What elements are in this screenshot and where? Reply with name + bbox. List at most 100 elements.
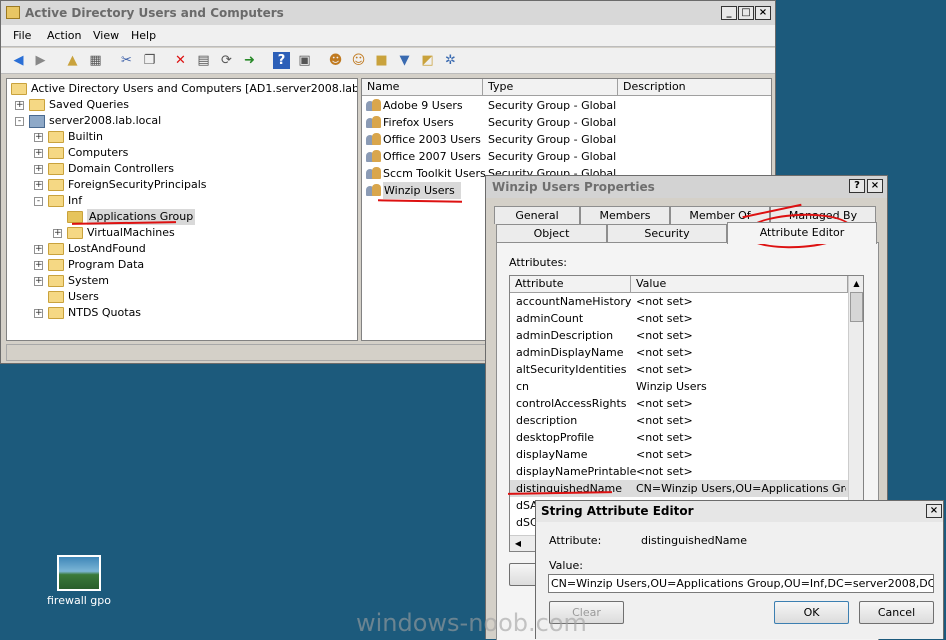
string-editor-close-button[interactable]: × (926, 504, 942, 518)
tab-attribute-editor[interactable]: Attribute Editor (727, 222, 877, 244)
string-editor-titlebar[interactable]: String Attribute Editor (536, 501, 943, 522)
attribute-row[interactable]: altSecurityIdentities <not set> (510, 361, 848, 378)
attribute-row[interactable]: adminDescription <not set> (510, 327, 848, 344)
expand-plus-icon[interactable]: + (34, 261, 43, 270)
list-item[interactable]: Office 2003 Users Security Group - Global (362, 131, 771, 148)
expand-plus-icon[interactable]: + (15, 101, 24, 110)
tree-node[interactable]: + System (7, 273, 357, 289)
tab-members[interactable]: Members (580, 206, 670, 224)
menu-file[interactable]: File (13, 29, 31, 42)
attribute-row[interactable]: desktopProfile <not set> (510, 429, 848, 446)
tree-node[interactable]: + NTDS Quotas (7, 305, 357, 321)
aduc-titlebar[interactable]: Active Directory Users and Computers (1, 1, 775, 25)
tree-node[interactable]: + Computers (7, 145, 357, 161)
menu-view[interactable]: View (93, 29, 119, 42)
expand-plus-icon[interactable]: + (53, 229, 62, 238)
export-list-icon[interactable]: ➜ (241, 52, 258, 69)
properties-help-button[interactable]: ? (849, 179, 865, 193)
attribute-row[interactable]: displayNamePrintable <not set> (510, 463, 848, 480)
menu-action[interactable]: Action (47, 29, 81, 42)
list-item[interactable]: Adobe 9 Users Security Group - Global (362, 97, 771, 114)
tree-node[interactable]: + Domain Controllers (7, 161, 357, 177)
minimize-button[interactable]: _ (721, 6, 737, 20)
tree-node[interactable]: + VirtualMachines (7, 225, 357, 241)
cancel-button[interactable]: Cancel (859, 601, 934, 624)
ok-button[interactable]: OK (774, 601, 849, 624)
expand-plus-icon[interactable]: + (34, 165, 43, 174)
up-folder-icon[interactable]: ▲ (64, 52, 81, 69)
collapse-minus-icon[interactable]: - (34, 197, 43, 206)
vertical-scrollbar[interactable]: ▲ (848, 276, 863, 535)
attribute-row[interactable]: displayName <not set> (510, 446, 848, 463)
desktop-icon-firewall-gpo[interactable]: firewall gpo (40, 553, 118, 613)
tree-node[interactable]: + Builtin (7, 129, 357, 145)
tab-object[interactable]: Object (496, 224, 607, 242)
attribute-row[interactable]: accountNameHistory <not set> (510, 293, 848, 310)
tree-node[interactable]: - Inf (7, 193, 357, 209)
tree-node[interactable]: + Program Data (7, 257, 357, 273)
attribute-row[interactable]: cn Winzip Users (510, 378, 848, 395)
scroll-up-arrow-icon[interactable]: ▲ (849, 276, 863, 292)
expand-plus-icon[interactable]: + (34, 133, 43, 142)
tree-node[interactable]: - server2008.lab.local (7, 113, 357, 129)
attribute-value: <not set> (636, 431, 693, 444)
tree-pane[interactable]: Active Directory Users and Computers [AD… (6, 78, 358, 341)
attribute-row[interactable]: distinguishedName CN=Winzip Users,OU=Appl… (510, 480, 848, 497)
list-item-name: Adobe 9 Users (383, 99, 463, 112)
scroll-left-arrow-icon[interactable]: ◀ (510, 536, 526, 551)
column-header-type[interactable]: Type (483, 79, 618, 96)
forward-arrow-icon[interactable]: ▶ (32, 52, 49, 69)
tree-node[interactable]: Users (7, 289, 357, 305)
folder-icon (67, 211, 83, 223)
show-hide-tree-icon[interactable]: ▦ (87, 52, 104, 69)
close-button[interactable]: × (755, 6, 771, 20)
attributes-label: Attributes: (509, 256, 568, 269)
tab-general[interactable]: General (494, 206, 580, 224)
new-ou-icon[interactable]: ■ (373, 52, 390, 69)
cut-icon[interactable]: ✂ (118, 52, 135, 69)
column-header-description[interactable]: Description (618, 79, 771, 96)
scroll-thumb[interactable] (850, 292, 863, 322)
add-to-group-icon[interactable]: ✲ (442, 52, 459, 69)
expand-plus-icon[interactable]: + (34, 149, 43, 158)
copy-icon[interactable]: ❐ (141, 52, 158, 69)
column-header-value[interactable]: Value (631, 276, 848, 293)
attribute-row[interactable]: adminCount <not set> (510, 310, 848, 327)
properties-icon[interactable]: ▤ (195, 52, 212, 69)
attribute-row[interactable]: description <not set> (510, 412, 848, 429)
expand-plus-icon[interactable]: + (34, 245, 43, 254)
list-item[interactable]: Firefox Users Security Group - Global (362, 114, 771, 131)
column-header-attribute[interactable]: Attribute (510, 276, 631, 293)
folder-icon (48, 275, 64, 287)
list-item-name: Winzip Users (383, 182, 461, 199)
attribute-row[interactable]: controlAccessRights <not set> (510, 395, 848, 412)
attribute-row[interactable]: adminDisplayName <not set> (510, 344, 848, 361)
tree-node[interactable]: Active Directory Users and Computers [AD… (7, 81, 357, 97)
list-item[interactable]: Office 2007 Users Security Group - Global (362, 148, 771, 165)
attribute-value: <not set> (636, 397, 693, 410)
new-user-icon[interactable]: ☻ (327, 52, 344, 69)
collapse-minus-icon[interactable]: - (15, 117, 24, 126)
back-arrow-icon[interactable]: ◀ (10, 52, 27, 69)
expand-plus-icon[interactable]: + (34, 277, 43, 286)
action-pane-icon[interactable]: ▣ (296, 52, 313, 69)
tab-security[interactable]: Security (607, 224, 727, 242)
find-icon[interactable]: ◩ (419, 52, 436, 69)
column-header-name[interactable]: Name (362, 79, 483, 96)
help-icon[interactable]: ? (273, 52, 290, 69)
tree-node[interactable]: + ForeignSecurityPrincipals (7, 177, 357, 193)
properties-titlebar[interactable]: Winzip Users Properties (486, 176, 887, 198)
tree-node[interactable]: Applications Group (7, 209, 357, 225)
refresh-icon[interactable]: ⟳ (218, 52, 235, 69)
filter-icon[interactable]: ▼ (396, 52, 413, 69)
properties-close-button[interactable]: × (867, 179, 883, 193)
maximize-button[interactable]: □ (738, 6, 754, 20)
expand-plus-icon[interactable]: + (34, 309, 43, 318)
tree-node[interactable]: + Saved Queries (7, 97, 357, 113)
menu-help[interactable]: Help (131, 29, 156, 42)
new-group-icon[interactable]: ☺ (350, 52, 367, 69)
expand-plus-icon[interactable]: + (34, 181, 43, 190)
string-value-input[interactable]: CN=Winzip Users,OU=Applications Group,OU… (548, 574, 934, 593)
delete-icon[interactable]: ✕ (172, 52, 189, 69)
tree-node[interactable]: + LostAndFound (7, 241, 357, 257)
